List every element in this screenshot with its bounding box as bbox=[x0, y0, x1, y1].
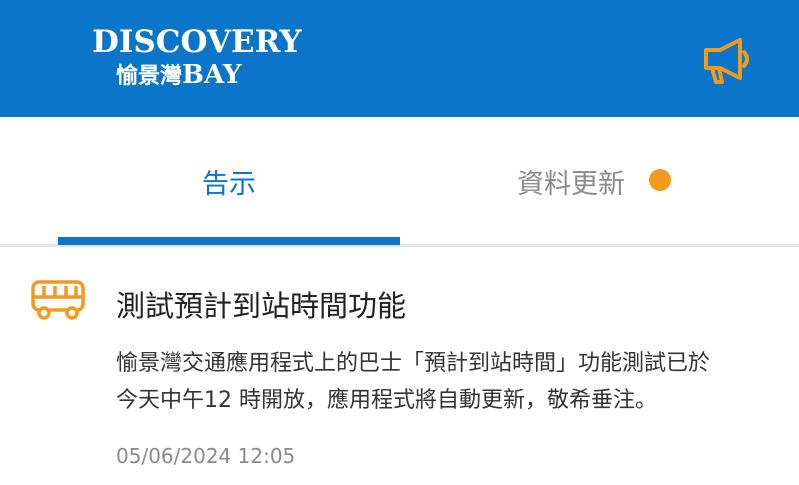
logo-text-cn: 愉景灣BAY bbox=[116, 60, 241, 92]
notice-item[interactable]: 測試預計到站時間功能 愉景灣交通應用程式上的巴士「預計到站時間」功能測試已於 今… bbox=[0, 247, 799, 485]
logo-text-bay: BAY bbox=[182, 60, 242, 90]
tab-data-update[interactable]: 資料更新 bbox=[400, 117, 742, 245]
app-header: DISCOVERY 愉景灣BAY bbox=[0, 0, 799, 117]
bus-icon bbox=[31, 280, 85, 320]
notice-timestamp: 05/06/2024 12:05 bbox=[116, 444, 296, 468]
notice-title: 測試預計到站時間功能 bbox=[116, 289, 407, 323]
new-update-dot bbox=[649, 169, 671, 191]
logo-text-en: DISCOVERY bbox=[92, 24, 302, 60]
active-tab-indicator bbox=[58, 237, 400, 245]
tab-notices[interactable]: 告示 bbox=[58, 117, 400, 245]
notice-body-line-2: 今天中午12 時開放，應用程式將自動更新，敬希垂注。 bbox=[116, 388, 657, 413]
megaphone-icon[interactable] bbox=[700, 34, 756, 86]
discovery-bay-logo: DISCOVERY 愉景灣BAY bbox=[92, 24, 302, 96]
logo-text-cn-chars: 愉景灣 bbox=[116, 64, 183, 89]
notice-body: 愉景灣交通應用程式上的巴士「預計到站時間」功能測試已於 今天中午12 時開放，應… bbox=[116, 345, 788, 419]
tab-bar: 告示 資料更新 bbox=[0, 117, 799, 247]
notice-body-line-1: 愉景灣交通應用程式上的巴士「預計到站時間」功能測試已於 bbox=[116, 351, 711, 376]
